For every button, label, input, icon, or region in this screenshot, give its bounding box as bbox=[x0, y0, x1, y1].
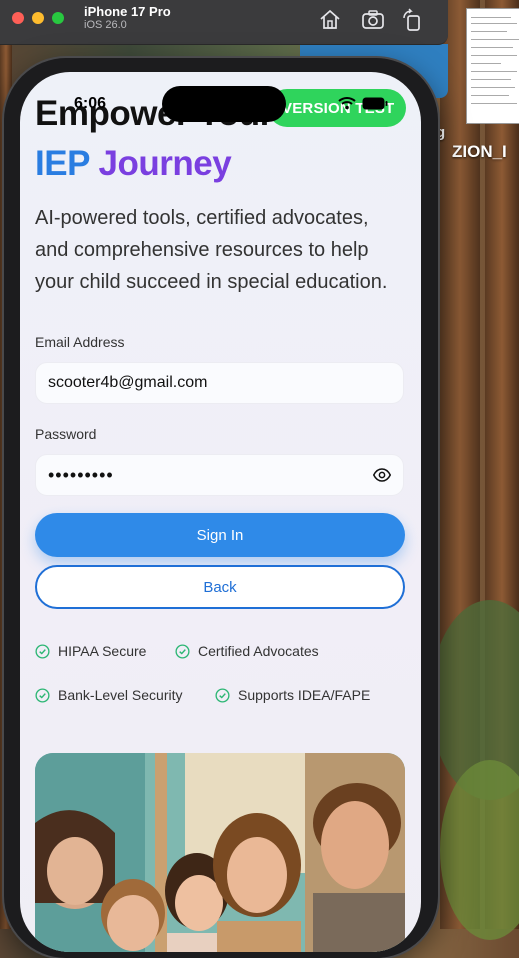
feature-badge-advocates: Certified Advocates bbox=[175, 643, 319, 659]
back-button[interactable]: Back bbox=[35, 565, 405, 609]
email-value: scooter4b@gmail.com bbox=[48, 374, 208, 391]
password-value: ••••••••• bbox=[48, 464, 114, 485]
desktop-file-thumbnail[interactable] bbox=[466, 8, 519, 124]
password-field[interactable]: ••••••••• bbox=[35, 454, 404, 496]
status-time: 6:06 bbox=[74, 95, 107, 112]
rotate-icon[interactable] bbox=[400, 8, 424, 32]
feature-label: Bank-Level Security bbox=[58, 687, 183, 703]
email-field[interactable]: scooter4b@gmail.com bbox=[35, 362, 404, 404]
feature-label: Certified Advocates bbox=[198, 643, 319, 659]
email-label: Email Address bbox=[35, 334, 125, 350]
feature-label: HIPAA Secure bbox=[58, 643, 147, 659]
password-label: Password bbox=[35, 426, 97, 442]
hero-headline-iep: IEP bbox=[35, 144, 90, 183]
desktop-file-label[interactable]: ZION_I bbox=[452, 142, 507, 162]
check-circle-icon bbox=[215, 687, 230, 703]
phone-screen: 6:06 VERSION TEST Empower Your Child's I… bbox=[20, 72, 421, 952]
sign-in-button[interactable]: Sign In bbox=[35, 513, 405, 557]
simulator-os-version: iOS 26.0 bbox=[84, 19, 127, 31]
close-window-button[interactable] bbox=[12, 12, 24, 24]
feature-badge-security: Bank-Level Security bbox=[35, 687, 183, 703]
home-icon[interactable] bbox=[318, 8, 342, 32]
phone-frame: 6:06 VERSION TEST Empower Your Child's I… bbox=[4, 58, 438, 958]
hero-tagline: AI-powered tools, certified advocates, a… bbox=[35, 207, 388, 293]
dynamic-island bbox=[162, 86, 286, 122]
feature-badge-idea-fape: Supports IDEA/FAPE bbox=[215, 687, 370, 703]
minimize-window-button[interactable] bbox=[32, 12, 44, 24]
zoom-window-button[interactable] bbox=[52, 12, 64, 24]
family-photo bbox=[35, 753, 405, 952]
show-password-eye-icon[interactable] bbox=[373, 466, 391, 484]
wifi-icon bbox=[338, 97, 356, 110]
feature-label: Supports IDEA/FAPE bbox=[238, 687, 371, 703]
simulator-device-name: iPhone 17 Pro bbox=[84, 4, 171, 19]
hero-headline-journey: Journey bbox=[98, 144, 232, 183]
simulator-title-bar: iPhone 17 Pro iOS 26.0 bbox=[0, 0, 448, 45]
hero-headline-line2: IEP Journey bbox=[35, 144, 232, 184]
check-circle-icon bbox=[35, 643, 50, 659]
check-circle-icon bbox=[35, 687, 50, 703]
check-circle-icon bbox=[175, 643, 190, 659]
battery-icon bbox=[362, 97, 388, 109]
status-icons bbox=[338, 96, 388, 110]
feature-badge-hipaa: HIPAA Secure bbox=[35, 643, 146, 659]
screenshot-icon[interactable] bbox=[361, 8, 385, 32]
